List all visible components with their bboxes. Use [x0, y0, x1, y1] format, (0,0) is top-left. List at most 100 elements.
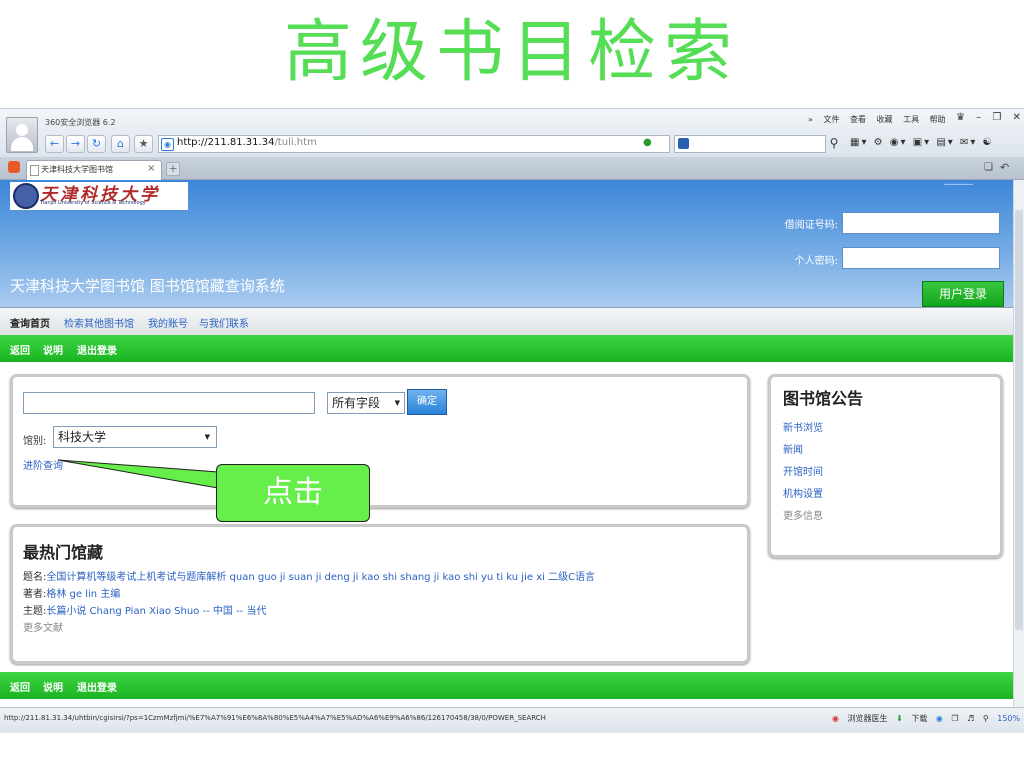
hot-row-link[interactable]: 长篇小说 Chang Pian Xiao Shuo -- 中国 -- 当代: [46, 606, 266, 617]
address-text: http://211.81.31.34/tuli.htm: [177, 137, 317, 148]
field-select-value: 所有字段: [332, 396, 381, 410]
library-label: 馆别:: [23, 436, 47, 447]
hot-row-link[interactable]: 格林 ge lin 主编: [46, 589, 120, 600]
library-select[interactable]: 科技大学 ▼: [53, 426, 217, 448]
notice-title: 图书馆公告: [783, 389, 864, 408]
window-icon[interactable]: ❐: [951, 714, 958, 723]
tab-strip: 天津科技大学图书馆 × + ❏ ↶: [0, 157, 1024, 180]
chevron-down-icon: ▼: [204, 433, 210, 441]
menu-file[interactable]: 文件: [823, 115, 839, 124]
notice-new-books[interactable]: 新书浏览: [783, 419, 823, 434]
hot-row-author: 著者:格林 ge lin 主编: [23, 585, 120, 600]
close-icon[interactable]: ✕: [1013, 112, 1021, 123]
address-bar[interactable]: ◉ http://211.81.31.34/tuli.htm ●: [158, 135, 670, 153]
browser-name: 360安全浏览器 6.2: [45, 118, 116, 127]
menu-view[interactable]: 查看: [850, 115, 866, 124]
login-button[interactable]: 用户登录: [922, 281, 1004, 307]
tab-library[interactable]: 天津科技大学图书馆 ×: [26, 160, 162, 180]
page-icon: [30, 165, 39, 176]
back-icon[interactable]: ←: [45, 135, 64, 153]
password-label: 个人密码:: [794, 256, 838, 267]
status-url: http://211.81.31.34/uhtbin/cgisirsi/?ps=…: [4, 714, 546, 722]
hot-collection-panel: 最热门馆藏 题名:全国计算机等级考试上机考试与题库解析 quan guo ji …: [10, 524, 750, 664]
sound-icon[interactable]: ♬: [967, 714, 974, 723]
ie-icon[interactable]: ◉: [936, 714, 943, 723]
hot-title: 最热门馆藏: [23, 543, 104, 562]
menu-tools[interactable]: 工具: [903, 115, 919, 124]
back-link[interactable]: 返回: [10, 342, 30, 357]
ie-mode-icon[interactable]: ●: [643, 137, 652, 148]
menu-help[interactable]: 帮助: [930, 115, 946, 124]
hot-row-label: 主题:: [23, 606, 47, 617]
notice-organization[interactable]: 机构设置: [783, 485, 823, 500]
zoom-icon[interactable]: ⚲: [983, 714, 989, 723]
tab-list-icon[interactable]: ❏: [984, 162, 993, 173]
logo-english-name: Tianjin University of Science & Technolo…: [40, 200, 146, 206]
university-seal-icon: [13, 183, 39, 209]
menu-bar: » 文件 查看 收藏 工具 帮助: [800, 114, 946, 125]
logout-link[interactable]: 退出登录: [77, 342, 117, 357]
logout-link[interactable]: 退出登录: [77, 679, 117, 694]
top-right-link[interactable]: ──────: [944, 180, 973, 189]
browser-window: 360安全浏览器 6.2 ← → ↻ ⌂ ★ ◉ http://211.81.3…: [0, 108, 1024, 733]
search-box[interactable]: [674, 135, 826, 153]
minimize-icon[interactable]: –: [976, 112, 981, 123]
site-title: 天津科技大学图书馆 图书馆馆藏查询系统: [10, 277, 285, 295]
skin-icon[interactable]: ♛: [956, 112, 965, 123]
browser-doctor-icon[interactable]: ◉: [832, 714, 839, 723]
help-link[interactable]: 说明: [43, 679, 63, 694]
hot-row-subject: 主题:长篇小说 Chang Pian Xiao Shuo -- 中国 -- 当代: [23, 602, 266, 617]
search-panel: 所有字段 ▼ 确定 馆别: 科技大学 ▼ 进阶查询: [10, 374, 750, 508]
university-logo[interactable]: 天津科技大学 Tianjin University of Science & T…: [10, 182, 188, 210]
nav-home[interactable]: 查询首页: [10, 315, 50, 330]
more-documents-link[interactable]: 更多文献: [23, 619, 63, 634]
browser-logo-icon[interactable]: [8, 161, 20, 173]
ok-button[interactable]: 确定: [407, 389, 447, 415]
new-tab-icon[interactable]: +: [166, 162, 180, 176]
top-nav: 查询首页 检索其他图书馆 我的账号 与我们联系: [0, 307, 1013, 335]
zoom-level[interactable]: 150%: [997, 714, 1020, 723]
advanced-search-link[interactable]: 进阶查询: [23, 457, 63, 472]
notice-news[interactable]: 新闻: [783, 441, 803, 456]
help-link[interactable]: 说明: [43, 342, 63, 357]
site-banner: 天津科技大学 Tianjin University of Science & T…: [0, 180, 1013, 307]
address-path: /tuli.htm: [274, 137, 317, 148]
menu-chevron-icon[interactable]: »: [808, 115, 813, 124]
toolbar-icons[interactable]: ▦▾ ⚙ ◉▾ ▣▾ ▤▾ ✉▾ ☯: [850, 137, 994, 148]
back-link[interactable]: 返回: [10, 679, 30, 694]
search-icon[interactable]: ⚲: [826, 135, 842, 151]
hot-row-link[interactable]: 全国计算机等级考试上机考试与题库解析 quan guo ji suan ji d…: [46, 572, 595, 583]
hot-row-label: 题名:: [23, 572, 47, 583]
refresh-icon[interactable]: ↻: [87, 135, 106, 153]
menu-favorites[interactable]: 收藏: [877, 115, 893, 124]
tab-close-icon[interactable]: ×: [147, 163, 155, 174]
hot-row-label: 著者:: [23, 589, 47, 600]
password-input[interactable]: [842, 247, 1000, 269]
user-avatar-icon[interactable]: [6, 117, 38, 153]
search-engine-icon[interactable]: [678, 138, 689, 149]
restore-icon[interactable]: ❐: [992, 112, 1001, 123]
notice-more-link[interactable]: 更多信息: [783, 507, 823, 522]
scrollbar-thumb[interactable]: [1015, 210, 1023, 630]
browser-doctor-label[interactable]: 浏览器医生: [848, 714, 888, 723]
download-icon[interactable]: ⬇: [896, 714, 903, 723]
favorite-star-icon[interactable]: ★: [134, 135, 153, 153]
forward-icon[interactable]: →: [66, 135, 85, 153]
window-controls: ♛ – ❐ ✕: [948, 112, 1021, 123]
nav-contact[interactable]: 与我们联系: [199, 315, 249, 330]
tab-title: 天津科技大学图书馆: [41, 165, 113, 174]
notice-opening-hours[interactable]: 开馆时间: [783, 463, 823, 478]
card-number-input[interactable]: [842, 212, 1000, 234]
notice-panel: 图书馆公告 新书浏览 新闻 开馆时间 机构设置 更多信息: [768, 374, 1003, 558]
home-icon[interactable]: ⌂: [111, 135, 130, 153]
search-input[interactable]: [23, 392, 315, 414]
status-tools: ◉ 浏览器医生 ⬇ 下载 ◉ ❐ ♬ ⚲ 150%: [826, 713, 1020, 724]
green-action-bar-top: 返回 说明 退出登录: [0, 335, 1013, 362]
nav-other-libraries[interactable]: 检索其他图书馆: [64, 315, 134, 330]
nav-my-account[interactable]: 我的账号: [148, 315, 188, 330]
hot-row-title: 题名:全国计算机等级考试上机考试与题库解析 quan guo ji suan j…: [23, 568, 595, 583]
download-label[interactable]: 下载: [911, 714, 927, 723]
undo-close-icon[interactable]: ↶: [1000, 161, 1009, 174]
page-scrollbar[interactable]: [1013, 180, 1024, 707]
field-select[interactable]: 所有字段 ▼: [327, 392, 405, 414]
